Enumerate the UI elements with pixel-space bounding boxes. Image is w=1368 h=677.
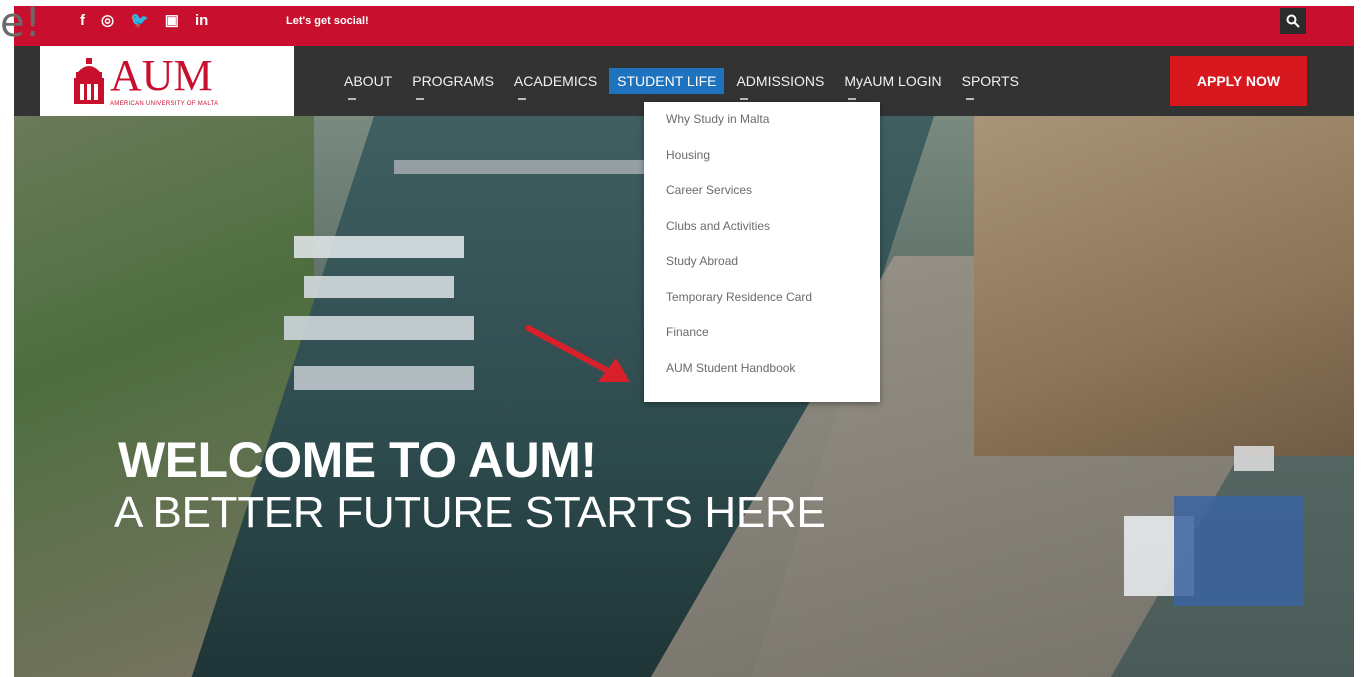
nav-dash [965, 98, 974, 100]
top-social-bar: f ◎ 🐦 ▣ in Let's get social! [14, 6, 1354, 46]
nav-item-admissions[interactable]: ADMISSIONS [728, 68, 832, 100]
dropdown-item-finance[interactable]: Finance [644, 315, 880, 351]
nav-item-programs[interactable]: PROGRAMS [404, 68, 502, 100]
nav-dash [416, 98, 425, 100]
dropdown-item-temporary-residence-card[interactable]: Temporary Residence Card [644, 280, 880, 316]
logo-subtext: AMERICAN UNIVERSITY OF MALTA [110, 101, 219, 107]
dropdown-item-aum-student-handbook[interactable]: AUM Student Handbook [644, 351, 880, 387]
facebook-icon[interactable]: f [80, 6, 85, 36]
dropdown-item-housing[interactable]: Housing [644, 138, 880, 174]
nav-item-academics[interactable]: ACADEMICS [506, 68, 605, 100]
social-links: f ◎ 🐦 ▣ in [80, 6, 208, 36]
nav-dash [740, 98, 749, 100]
social-tagline: Let's get social! [286, 15, 369, 27]
nav-menu: ABOUT PROGRAMS ACADEMICS STUDENT LIFE AD… [336, 68, 1027, 100]
apply-now-button[interactable]: APPLY NOW [1170, 56, 1307, 106]
corner-overlay-text: e! [0, 0, 41, 46]
instagram-icon[interactable]: ◎ [101, 6, 114, 36]
nav-label: ADMISSIONS [736, 73, 825, 89]
search-button[interactable] [1280, 8, 1306, 34]
tower-icon [74, 58, 104, 104]
logo-text: AUM [110, 51, 213, 100]
hero-title: WELCOME TO AUM! [118, 432, 597, 488]
logo[interactable]: AUM AMERICAN UNIVERSITY OF MALTA [40, 46, 294, 116]
dropdown-item-clubs-and-activities[interactable]: Clubs and Activities [644, 209, 880, 245]
nav-dash [848, 98, 857, 100]
student-life-dropdown: Why Study in Malta Housing Career Servic… [644, 102, 880, 402]
nav-item-student-life[interactable]: STUDENT LIFE [609, 68, 725, 94]
youtube-icon[interactable]: ▣ [165, 6, 179, 36]
dropdown-item-study-abroad[interactable]: Study Abroad [644, 244, 880, 280]
page: f ◎ 🐦 ▣ in Let's get social! AUM AMERICA… [14, 6, 1354, 677]
nav-label: SPORTS [961, 73, 1019, 89]
red-arrow-icon [526, 325, 630, 382]
dropdown-item-career-services[interactable]: Career Services [644, 173, 880, 209]
nav-item-sports[interactable]: SPORTS [954, 68, 1027, 100]
nav-label: ABOUT [344, 73, 393, 89]
nav-label: STUDENT LIFE [617, 73, 717, 89]
nav-label: ACADEMICS [513, 73, 598, 89]
nav-item-about[interactable]: ABOUT [336, 68, 400, 100]
nav-label: PROGRAMS [412, 73, 494, 89]
search-icon [1286, 14, 1300, 28]
twitter-icon[interactable]: 🐦 [130, 6, 149, 36]
dropdown-item-why-study-in-malta[interactable]: Why Study in Malta [644, 102, 880, 138]
nav-dash [348, 98, 356, 100]
nav-item-myaum-login[interactable]: MyAUM LOGIN [836, 68, 949, 100]
nav-label: MyAUM LOGIN [844, 73, 942, 89]
hero-subtitle: A BETTER FUTURE STARTS HERE [114, 488, 826, 537]
linkedin-icon[interactable]: in [195, 6, 208, 36]
nav-dash [517, 98, 526, 100]
